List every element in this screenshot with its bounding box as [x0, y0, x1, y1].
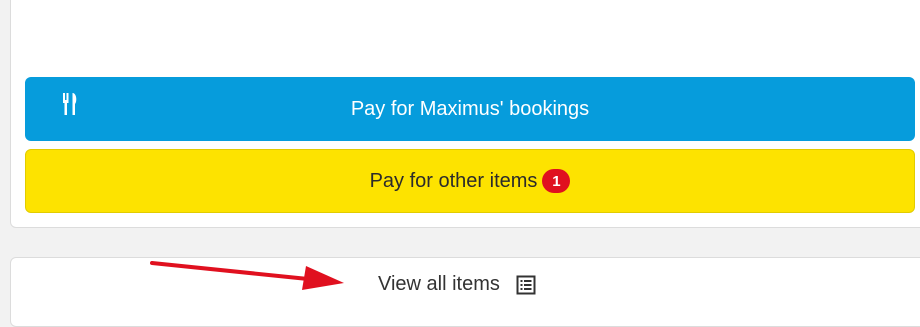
red-arrow-icon [150, 261, 344, 290]
pay-other-items-button[interactable]: Pay for other items 1 [25, 149, 915, 213]
pay-other-items-label: Pay for other items [369, 169, 538, 192]
pay-maximus-bookings-button[interactable]: Pay for Maximus' bookings [25, 77, 915, 141]
list-icon [516, 275, 536, 294]
view-all-items-label: View all items [378, 273, 500, 295]
restaurant-utensils-icon [63, 93, 77, 115]
item-count-badge: 1 [542, 169, 571, 193]
pay-maximus-bookings-label: Pay for Maximus' bookings [350, 97, 590, 120]
view-all-items-link[interactable]: View all items [378, 273, 536, 296]
